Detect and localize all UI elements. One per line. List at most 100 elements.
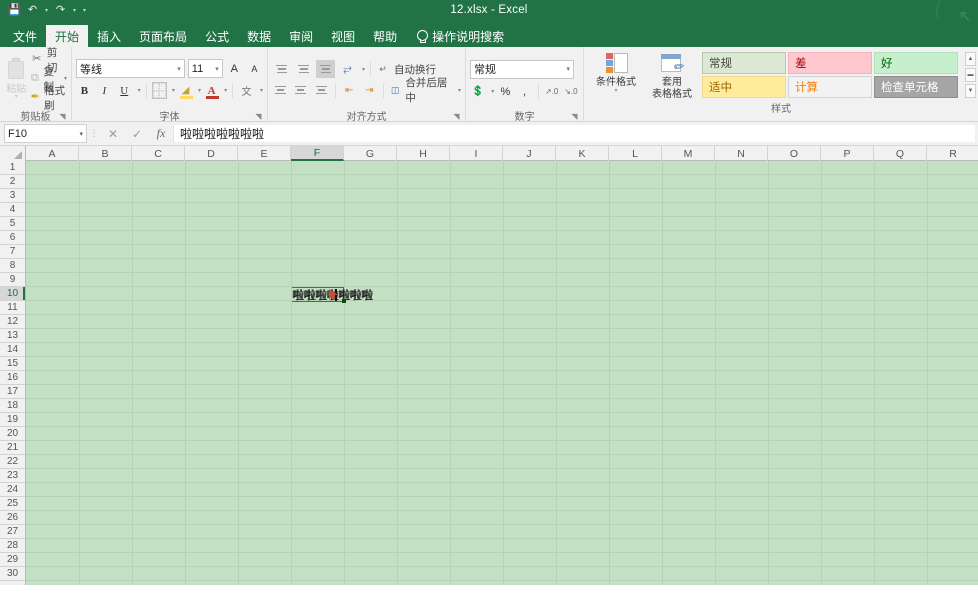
row-header-23[interactable]: 23 xyxy=(0,469,25,483)
increase-font-size-button[interactable]: A xyxy=(226,59,243,78)
tab-insert[interactable]: 插入 xyxy=(88,25,130,47)
undo-dropdown-icon[interactable]: ▾ xyxy=(43,7,50,14)
phonetic-guide-button[interactable]: 文 xyxy=(238,81,255,100)
row-header-20[interactable]: 20 xyxy=(0,427,25,441)
row-header-18[interactable]: 18 xyxy=(0,399,25,413)
tab-page-layout[interactable]: 页面布局 xyxy=(130,25,196,47)
conditional-formatting-dropdown-icon[interactable]: ▾ xyxy=(614,89,617,94)
cell-style-normal[interactable]: 常规 xyxy=(702,52,786,74)
number-dialog-launcher-icon[interactable]: ◥ xyxy=(570,112,579,121)
tab-help[interactable]: 帮助 xyxy=(364,25,406,47)
row-header-24[interactable]: 24 xyxy=(0,483,25,497)
tab-formulas[interactable]: 公式 xyxy=(196,25,238,47)
align-left-button[interactable] xyxy=(272,81,289,99)
decrease-indent-button[interactable]: ⇤ xyxy=(341,81,358,99)
name-box[interactable]: F10 ▾ xyxy=(4,124,87,143)
cell-style-check-cell[interactable]: 检查单元格 xyxy=(874,76,958,98)
column-header-m[interactable]: M xyxy=(662,146,715,161)
number-format-combo[interactable]: 常规 ▾ xyxy=(470,60,574,79)
row-header-2[interactable]: 2 xyxy=(0,175,25,189)
orientation-dropdown-icon[interactable]: ▾ xyxy=(362,66,365,73)
merge-center-button[interactable]: ◫ 合并后居中 ▾ xyxy=(389,81,461,99)
column-header-i[interactable]: I xyxy=(450,146,503,161)
comma-style-button[interactable]: , xyxy=(516,83,532,101)
row-header-16[interactable]: 16 xyxy=(0,371,25,385)
redo-dropdown-icon[interactable]: ▾ xyxy=(71,7,78,14)
percent-style-button[interactable]: % xyxy=(497,83,513,101)
row-header-1[interactable]: 1 xyxy=(0,161,25,175)
tell-me-box[interactable]: 操作说明搜索 xyxy=(406,25,510,47)
alignment-dialog-launcher-icon[interactable]: ◥ xyxy=(452,112,461,121)
font-name-dropdown-icon[interactable]: ▾ xyxy=(174,65,181,73)
paste-button[interactable]: 粘贴 ▾ xyxy=(4,58,28,100)
decrease-font-size-button[interactable]: A xyxy=(246,59,263,78)
font-color-button[interactable]: A xyxy=(204,81,219,100)
row-header-30[interactable]: 30 xyxy=(0,567,25,581)
row-header-12[interactable]: 12 xyxy=(0,315,25,329)
format-painter-button[interactable]: ✒ 格式刷 xyxy=(30,89,67,106)
row-header-26[interactable]: 26 xyxy=(0,511,25,525)
borders-icon[interactable] xyxy=(152,82,167,99)
number-format-dropdown-icon[interactable]: ▾ xyxy=(563,65,570,73)
column-header-f[interactable]: F xyxy=(291,146,344,161)
decrease-decimal-button[interactable]: ↘.0 xyxy=(563,83,579,101)
bold-button[interactable]: B xyxy=(76,81,93,100)
font-name-combo[interactable]: 等线 ▾ xyxy=(76,59,185,78)
name-box-dropdown-icon[interactable]: ▾ xyxy=(79,130,83,138)
cell-style-bad[interactable]: 差 xyxy=(788,52,872,74)
column-header-r[interactable]: R xyxy=(927,146,978,161)
row-header-15[interactable]: 15 xyxy=(0,357,25,371)
cell-style-good[interactable]: 好 xyxy=(874,52,958,74)
increase-indent-button[interactable]: ⇥ xyxy=(361,81,378,99)
insert-function-button[interactable]: fx xyxy=(149,124,173,143)
select-all-button[interactable] xyxy=(0,146,26,161)
underline-dropdown-icon[interactable]: ▾ xyxy=(138,87,141,94)
underline-button[interactable]: U xyxy=(116,81,133,100)
row-header-5[interactable]: 5 xyxy=(0,217,25,231)
row-header-29[interactable]: 29 xyxy=(0,553,25,567)
row-header-27[interactable]: 27 xyxy=(0,525,25,539)
font-color-dropdown-icon[interactable]: ▾ xyxy=(224,87,227,94)
font-dialog-launcher-icon[interactable]: ◥ xyxy=(254,112,263,121)
align-middle-button[interactable] xyxy=(294,60,313,78)
tab-view[interactable]: 视图 xyxy=(322,25,364,47)
font-size-dropdown-icon[interactable]: ▾ xyxy=(212,65,219,73)
row-header-6[interactable]: 6 xyxy=(0,231,25,245)
cancel-entry-button[interactable]: ✕ xyxy=(101,124,125,143)
customize-qat-icon[interactable]: ▾ xyxy=(81,7,88,14)
row-header-3[interactable]: 3 xyxy=(0,189,25,203)
fill-color-dropdown-icon[interactable]: ▾ xyxy=(198,87,201,94)
column-header-n[interactable]: N xyxy=(715,146,768,161)
undo-icon[interactable]: ↶ xyxy=(25,2,40,18)
formula-input[interactable]: 啦啦啦啦啦啦啦 xyxy=(173,124,976,143)
gallery-scroll-more-icon[interactable]: ▬ xyxy=(965,68,976,82)
conditional-formatting-button[interactable]: 条件格式 ▾ xyxy=(590,50,642,94)
column-header-e[interactable]: E xyxy=(238,146,291,161)
save-icon[interactable]: 💾 xyxy=(7,2,22,18)
row-header-10[interactable]: 10 xyxy=(0,287,25,301)
accounting-format-button[interactable]: 💲 xyxy=(470,83,486,101)
cell-style-neutral[interactable]: 适中 xyxy=(702,76,786,98)
gallery-scroll-down-icon[interactable]: ▼ xyxy=(965,84,976,98)
font-size-combo[interactable]: 11 ▾ xyxy=(188,59,223,78)
tab-review[interactable]: 审阅 xyxy=(280,25,322,47)
fill-color-button[interactable]: ◢ xyxy=(178,81,193,100)
row-header-22[interactable]: 22 xyxy=(0,455,25,469)
row-header-17[interactable]: 17 xyxy=(0,385,25,399)
fill-handle[interactable] xyxy=(342,299,346,303)
redo-icon[interactable]: ↷ xyxy=(53,2,68,18)
row-header-13[interactable]: 13 xyxy=(0,329,25,343)
column-header-d[interactable]: D xyxy=(185,146,238,161)
paste-dropdown-icon[interactable]: ▾ xyxy=(15,95,18,100)
gallery-scroll-up-icon[interactable]: ▲ xyxy=(965,52,976,66)
confirm-entry-button[interactable]: ✓ xyxy=(125,124,149,143)
row-header-7[interactable]: 7 xyxy=(0,245,25,259)
accounting-dropdown-icon[interactable]: ▾ xyxy=(491,88,494,95)
row-header-9[interactable]: 9 xyxy=(0,273,25,287)
align-bottom-button[interactable] xyxy=(316,60,335,78)
orientation-button[interactable]: ⥂ xyxy=(338,60,357,78)
align-center-button[interactable] xyxy=(292,81,309,99)
column-header-k[interactable]: K xyxy=(556,146,609,161)
phonetic-dropdown-icon[interactable]: ▾ xyxy=(260,87,263,94)
copy-dropdown-icon[interactable]: ▾ xyxy=(64,75,67,82)
